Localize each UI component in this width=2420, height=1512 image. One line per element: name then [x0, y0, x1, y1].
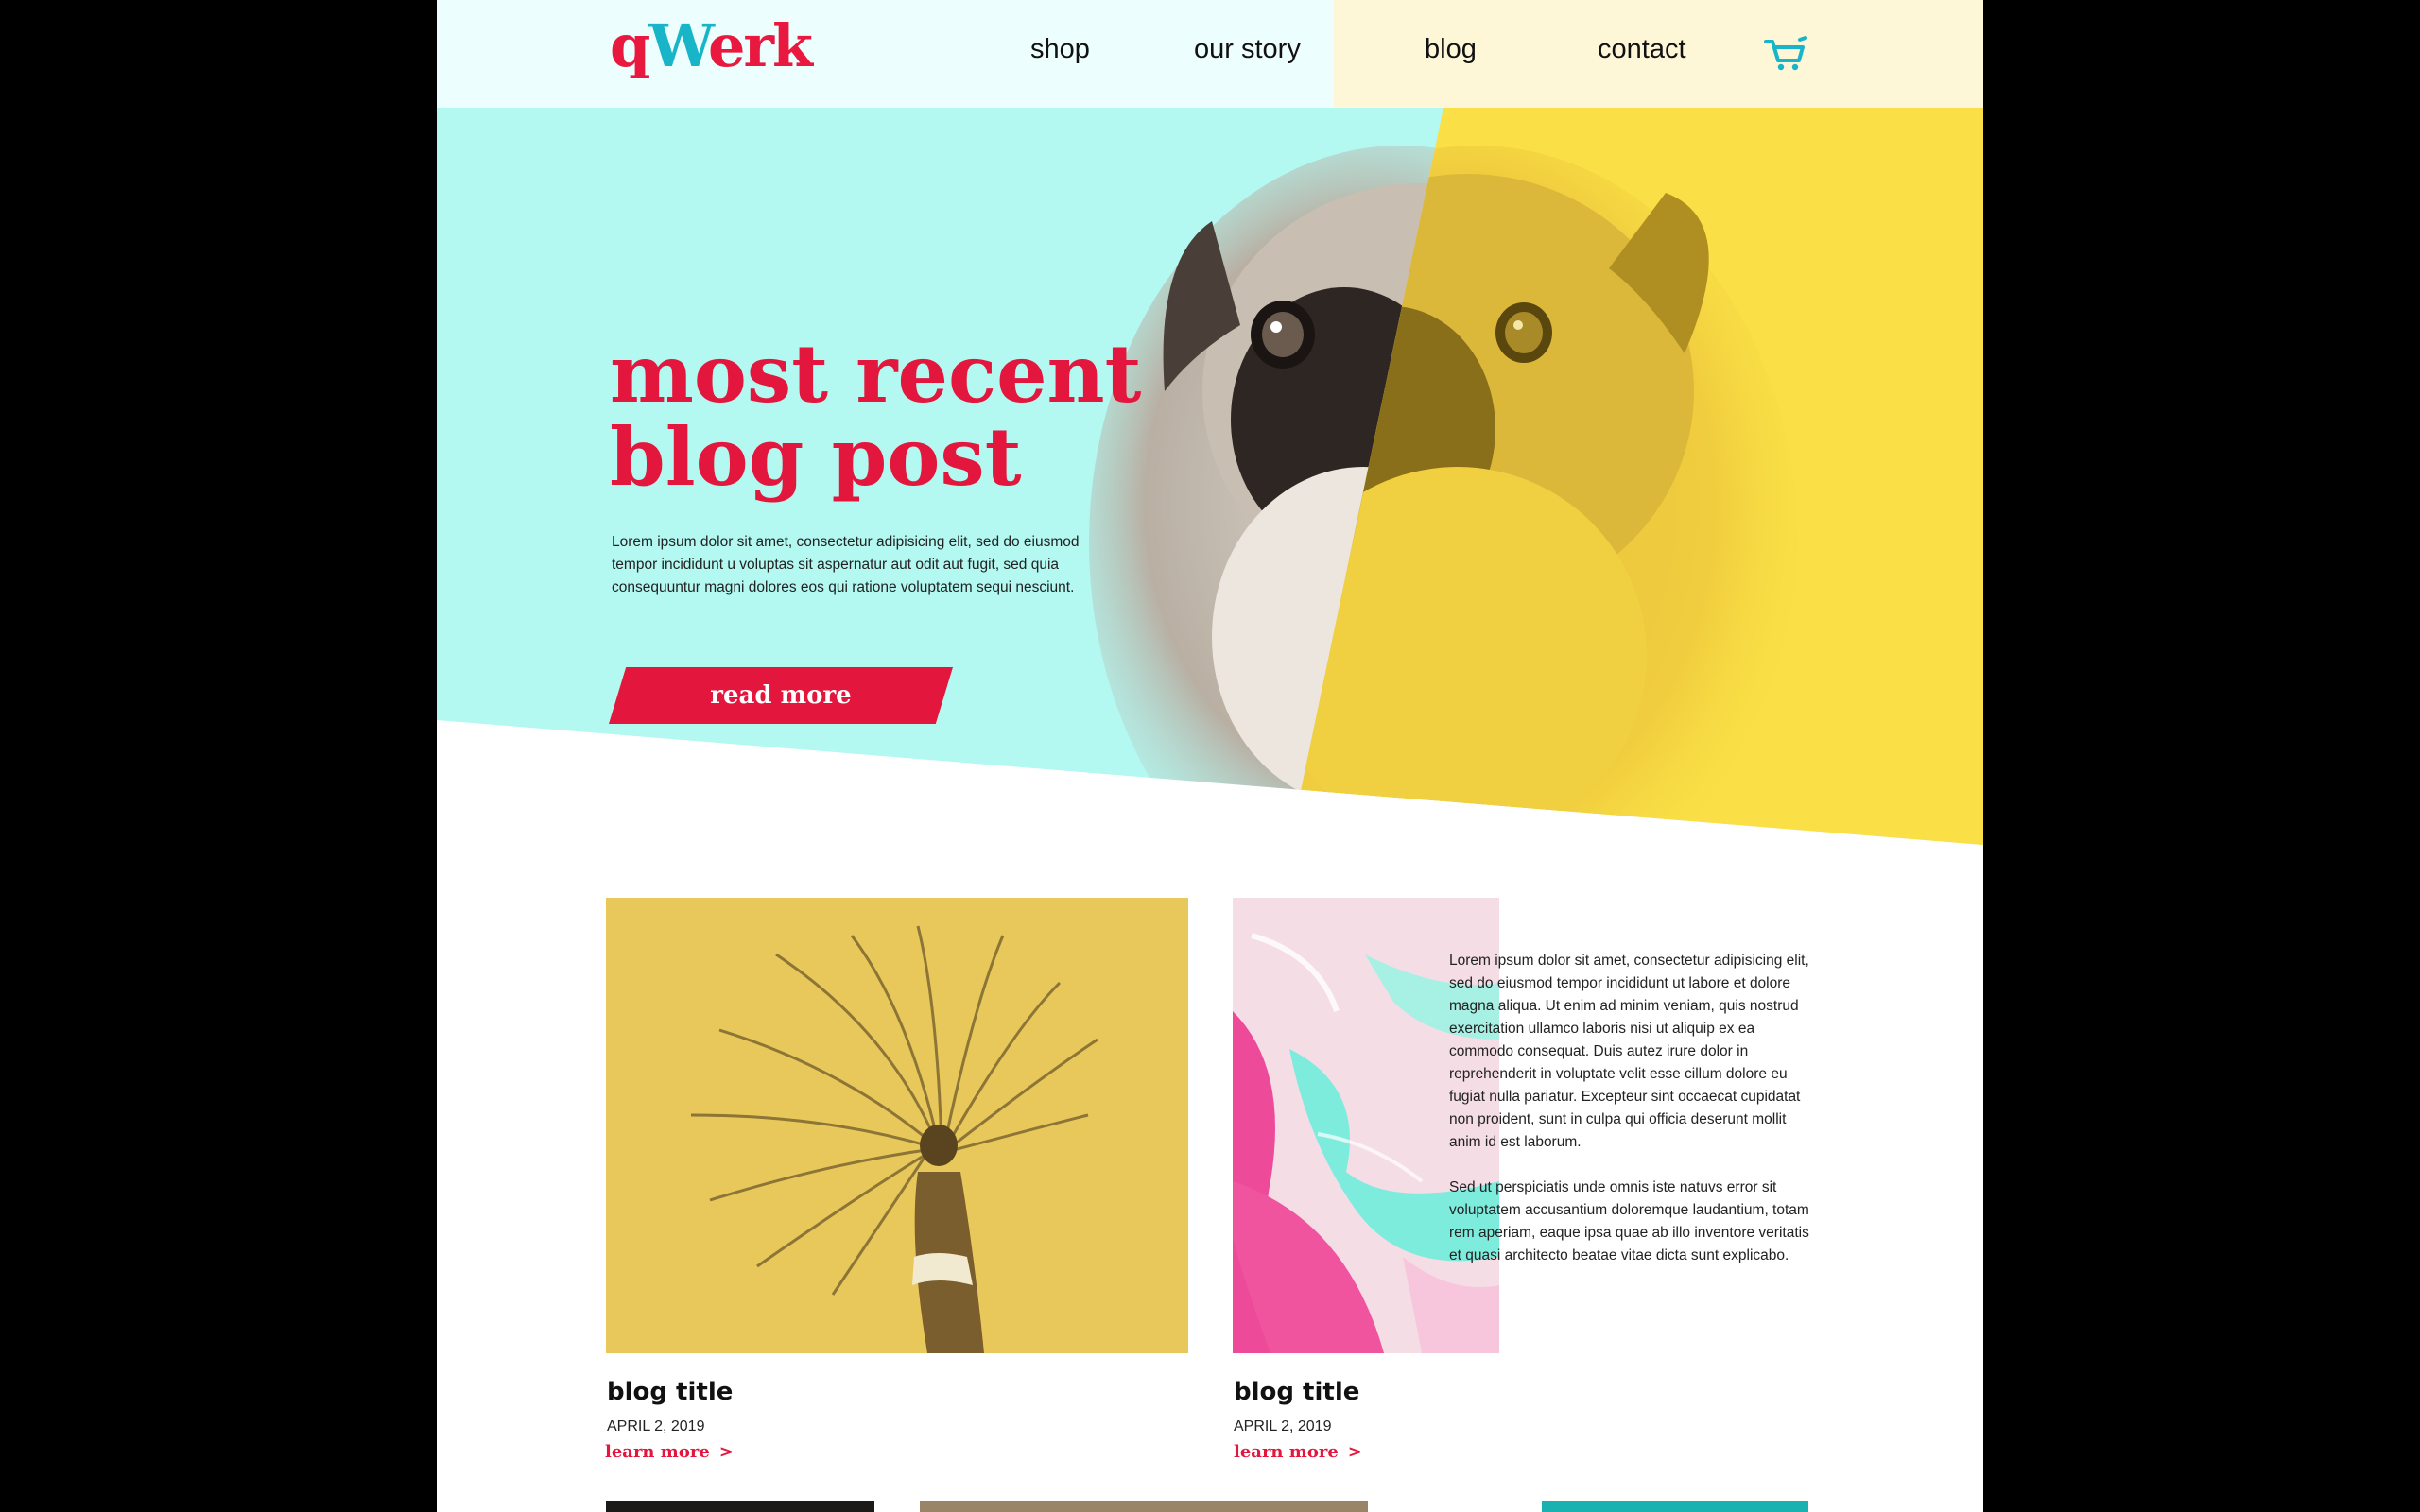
card-1-title[interactable]: blog title	[607, 1378, 733, 1406]
next-post-image-2[interactable]	[920, 1501, 1368, 1512]
card-2-excerpt: Lorem ipsum dolor sit amet, consectetur …	[1449, 950, 1814, 1290]
shopping-cart-icon[interactable]	[1764, 36, 1807, 74]
logo-part-erk: erk	[707, 11, 813, 80]
hero-title-line-1: most recent	[610, 327, 1142, 421]
card-1-learn-more-link[interactable]: learn more >	[605, 1442, 734, 1462]
page: qWerk shop our story blog contact most r…	[437, 0, 1983, 1512]
hero-title: most recent blog post	[610, 333, 1196, 499]
hero-description: Lorem ipsum dolor sit amet, consectetur …	[612, 534, 1080, 595]
card-2-date: APRIL 2, 2019	[1234, 1418, 1332, 1435]
card-1-learn-more-label: learn more	[605, 1442, 710, 1462]
nav-our-story[interactable]: our story	[1194, 34, 1301, 65]
card-2-paragraph-1: Lorem ipsum dolor sit amet, consectetur …	[1449, 953, 1809, 1150]
card-2-learn-more-label: learn more	[1234, 1442, 1339, 1462]
read-more-button[interactable]: read more	[609, 667, 953, 724]
card-2-paragraph-2: Sed ut perspiciatis unde omnis iste natu…	[1449, 1179, 1809, 1263]
dancer-braids-photo[interactable]	[606, 898, 1188, 1353]
logo-part-w: W	[648, 11, 710, 80]
next-post-image-3[interactable]	[1542, 1501, 1808, 1512]
site-header: qWerk shop our story blog contact	[437, 0, 1983, 108]
nav-blog[interactable]: blog	[1425, 34, 1477, 65]
card-2-learn-more-link[interactable]: learn more >	[1234, 1442, 1362, 1462]
nav-shop[interactable]: shop	[1030, 34, 1090, 65]
hero-title-line-2: blog post	[610, 410, 1022, 504]
logo-part-q: q	[610, 11, 650, 80]
hero-section: most recent blog post Lorem ipsum dolor …	[437, 108, 1983, 854]
chevron-right-icon: >	[1347, 1442, 1362, 1462]
nav-contact[interactable]: contact	[1598, 34, 1686, 65]
card-1-date: APRIL 2, 2019	[607, 1418, 705, 1435]
chevron-right-icon: >	[718, 1442, 734, 1462]
next-post-image-1[interactable]	[606, 1501, 874, 1512]
qwerk-logo[interactable]: qWerk	[610, 17, 813, 76]
card-2-title[interactable]: blog title	[1234, 1378, 1359, 1406]
